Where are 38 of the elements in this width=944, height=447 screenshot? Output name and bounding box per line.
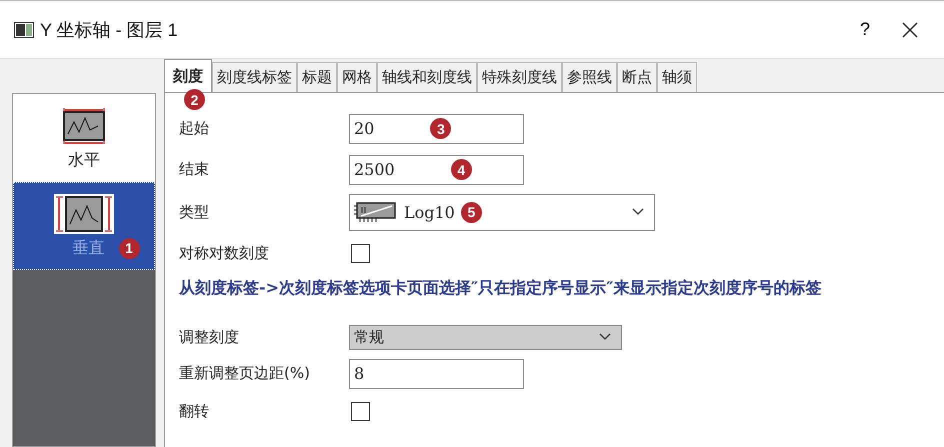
tab[interactable]: 轴线和刻度线: [377, 62, 477, 92]
input-field[interactable]: 2500 4: [349, 154, 524, 184]
number-badge: 3: [430, 118, 452, 139]
input-field[interactable]: 20 3: [349, 114, 524, 144]
chevron-down-icon: [632, 208, 644, 216]
tab[interactable]: 刻度线标签: [212, 62, 297, 92]
checkbox[interactable]: [351, 402, 370, 420]
tab[interactable]: 特殊刻度线: [477, 62, 562, 92]
note-text: 从刻度标签->次刻度标签选项卡页面选择″只在指定序号显示″来显示指定次刻度序号的标签: [179, 277, 822, 299]
log-scale-icon: [354, 201, 398, 223]
field-label: 对称对数刻度: [179, 244, 270, 262]
field-label: 类型: [179, 202, 210, 222]
field-label: 起始: [179, 119, 210, 138]
chevron-down-icon: [599, 333, 611, 341]
tab[interactable]: 标题: [297, 62, 337, 92]
field-label: 结束: [179, 160, 210, 179]
window-icon: [14, 22, 34, 38]
field-label: 重新调整页边距(%): [179, 364, 311, 383]
dropdown[interactable]: Log10 5: [349, 194, 655, 230]
sidebar-label: 水平: [68, 150, 100, 170]
field-label: 调整刻度: [179, 328, 240, 346]
window-title: Y 坐标轴 - 图层 1: [40, 18, 178, 42]
tab[interactable]: 参照线: [562, 62, 617, 92]
number-badge: 1: [118, 238, 140, 258]
axis-chart-icon: [54, 194, 114, 234]
checkbox[interactable]: [351, 244, 370, 262]
tab[interactable]: 网格: [337, 62, 377, 92]
tab[interactable]: 轴须: [657, 62, 697, 92]
help-button[interactable]: ?: [852, 19, 878, 40]
number-badge: 5: [460, 202, 482, 222]
sidebar-item[interactable]: 垂直 1: [13, 182, 155, 270]
number-badge: 4: [450, 159, 472, 180]
sidebar-label: 垂直: [72, 238, 104, 258]
tab[interactable]: 断点: [617, 62, 657, 92]
input-field[interactable]: 8: [349, 358, 524, 388]
field-label: 翻转: [179, 402, 210, 420]
tab[interactable]: 刻度: [164, 59, 212, 92]
close-icon: [902, 22, 918, 38]
